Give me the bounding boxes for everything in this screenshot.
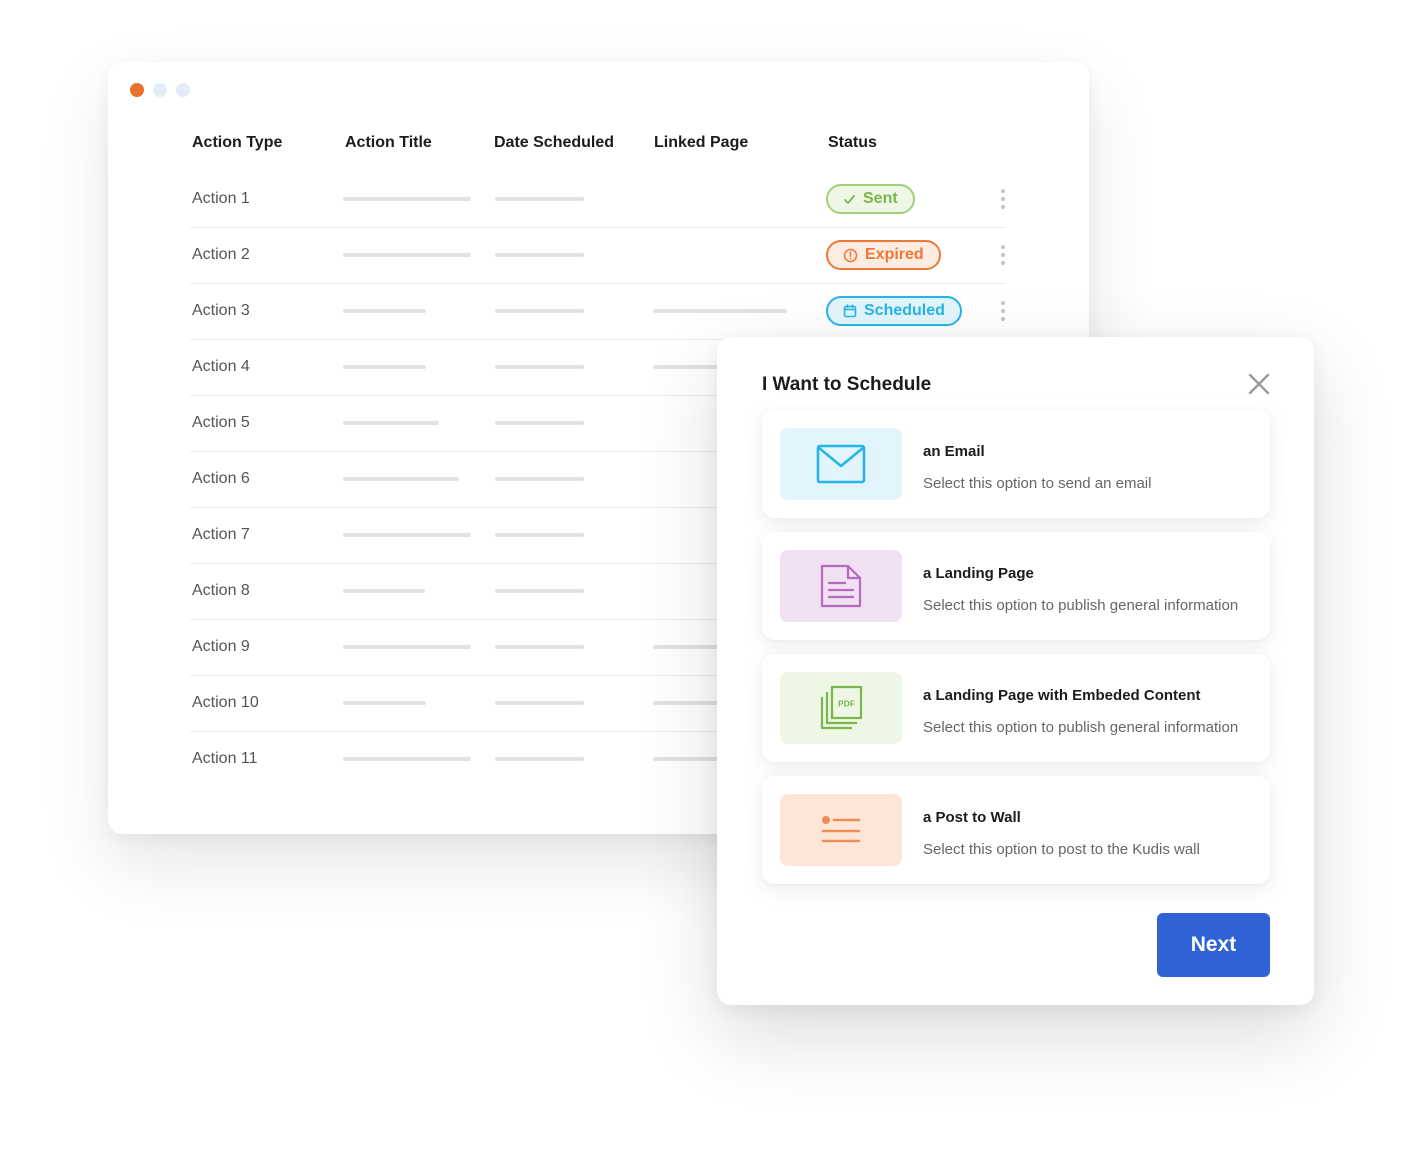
action-type-cell: Action 7 <box>192 526 250 543</box>
option-icon-tile <box>780 550 902 622</box>
option-icon-tile <box>780 794 902 866</box>
option-icon-tile <box>780 428 902 500</box>
action-title-placeholder <box>343 533 471 537</box>
row-menu-button[interactable] <box>1001 301 1005 321</box>
document-icon <box>820 564 862 608</box>
action-type-cell: Action 8 <box>192 582 250 599</box>
option-icon-tile: PDF <box>780 672 902 744</box>
option-title: a Landing Page <box>923 565 1034 582</box>
option-description: Select this option to post to the Kudis … <box>923 841 1200 858</box>
date-scheduled-placeholder <box>495 421 584 425</box>
window-dot-maximize[interactable] <box>176 83 190 97</box>
next-button[interactable]: Next <box>1157 913 1270 977</box>
action-type-cell: Action 2 <box>192 246 250 263</box>
action-title-placeholder <box>343 477 459 481</box>
status-badge-expired: Expired <box>826 240 941 270</box>
column-header-action-title: Action Title <box>345 134 432 151</box>
table-row[interactable]: Action 2 Expired <box>190 227 1006 284</box>
calendar-icon <box>843 304 857 318</box>
column-header-date-scheduled: Date Scheduled <box>494 134 615 151</box>
window-controls <box>130 83 190 97</box>
status-badge-scheduled: Scheduled <box>826 296 962 326</box>
option-description: Select this option to publish general in… <box>923 597 1239 614</box>
date-scheduled-placeholder <box>495 645 584 649</box>
close-icon[interactable] <box>1246 371 1272 397</box>
action-type-cell: Action 6 <box>192 470 250 487</box>
check-icon <box>844 194 855 204</box>
alert-circle-icon <box>843 248 858 262</box>
window-dot-minimize[interactable] <box>153 83 167 97</box>
option-description: Select this option to send an email <box>923 475 1152 492</box>
table-row[interactable]: Action 1 Sent <box>190 171 1006 228</box>
action-title-placeholder <box>343 197 471 201</box>
table-row[interactable]: Action 3 Scheduled <box>190 283 1006 340</box>
row-menu-button[interactable] <box>1001 189 1005 209</box>
action-title-placeholder <box>343 757 471 761</box>
date-scheduled-placeholder <box>495 477 584 481</box>
option-landing-page[interactable]: a Landing Page Select this option to pub… <box>762 532 1270 640</box>
action-type-cell: Action 9 <box>192 638 250 655</box>
modal-title: I Want to Schedule <box>762 374 932 395</box>
action-type-cell: Action 11 <box>192 750 258 767</box>
option-title: a Post to Wall <box>923 809 1021 826</box>
linked-page-placeholder <box>653 309 787 313</box>
date-scheduled-placeholder <box>495 365 584 369</box>
status-label: Expired <box>865 246 924 263</box>
option-title: a Landing Page with Embeded Content <box>923 687 1201 704</box>
action-title-placeholder <box>343 309 426 313</box>
date-scheduled-placeholder <box>495 757 584 761</box>
pdf-label: PDF <box>838 699 855 709</box>
status-label: Sent <box>863 190 898 207</box>
option-landing-page-embedded[interactable]: PDF a Landing Page with Embeded Content … <box>762 654 1270 762</box>
status-label: Scheduled <box>864 302 945 319</box>
table-header: Action Type Action Title Date Scheduled … <box>192 134 1012 158</box>
action-type-cell: Action 1 <box>192 190 250 207</box>
option-description: Select this option to publish general in… <box>923 719 1239 736</box>
date-scheduled-placeholder <box>495 197 584 201</box>
row-menu-button[interactable] <box>1001 245 1005 265</box>
action-type-cell: Action 4 <box>192 358 250 375</box>
action-title-placeholder <box>343 589 425 593</box>
envelope-icon <box>816 444 866 484</box>
action-title-placeholder <box>343 421 439 425</box>
status-badge-sent: Sent <box>826 184 915 214</box>
column-header-linked-page: Linked Page <box>654 134 749 151</box>
action-type-cell: Action 3 <box>192 302 250 319</box>
list-icon <box>821 816 861 843</box>
action-type-cell: Action 5 <box>192 414 250 431</box>
window-dot-close[interactable] <box>130 83 144 97</box>
date-scheduled-placeholder <box>495 309 584 313</box>
date-scheduled-placeholder <box>495 589 584 593</box>
option-post-to-wall[interactable]: a Post to Wall Select this option to pos… <box>762 776 1270 884</box>
column-header-action-type: Action Type <box>192 134 283 151</box>
date-scheduled-placeholder <box>495 253 584 257</box>
date-scheduled-placeholder <box>495 533 584 537</box>
action-type-cell: Action 10 <box>192 694 259 711</box>
column-header-status: Status <box>828 134 877 151</box>
action-title-placeholder <box>343 701 426 705</box>
pdf-stack-icon: PDF <box>820 685 863 730</box>
action-title-placeholder <box>343 253 471 257</box>
option-email[interactable]: an Email Select this option to send an e… <box>762 410 1270 518</box>
date-scheduled-placeholder <box>495 701 584 705</box>
action-title-placeholder <box>343 645 471 649</box>
option-title: an Email <box>923 443 985 460</box>
action-title-placeholder <box>343 365 426 369</box>
schedule-modal: I Want to Schedule an Email Select this … <box>717 337 1314 1005</box>
